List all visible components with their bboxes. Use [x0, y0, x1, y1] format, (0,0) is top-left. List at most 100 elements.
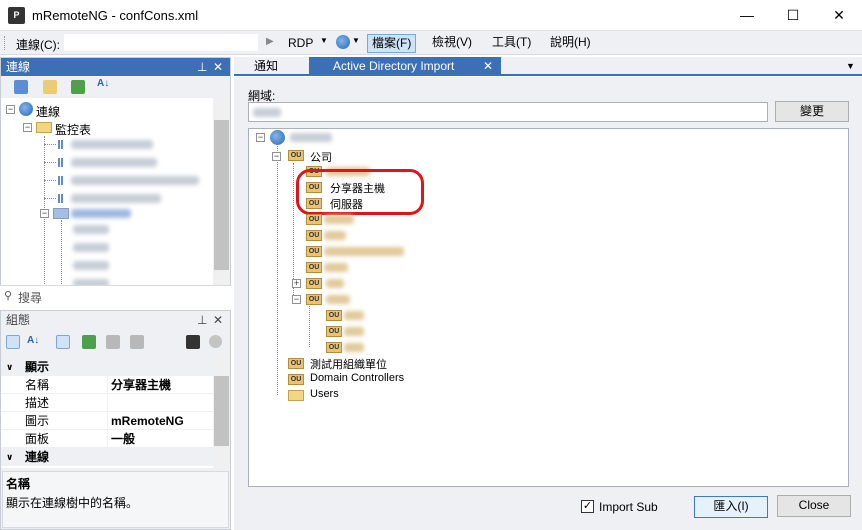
import-sub-checkbox[interactable]: ✓ — [581, 500, 594, 513]
import-sub-label[interactable]: Import Sub — [599, 500, 658, 514]
redacted-item[interactable] — [71, 158, 157, 167]
connection-icon — [58, 140, 63, 149]
ou-icon: OU — [306, 262, 322, 273]
tab-list-dropdown-icon[interactable]: ▼ — [846, 61, 855, 71]
sort-az-icon[interactable]: A↓ — [27, 335, 39, 346]
default-inheritance-icon[interactable] — [130, 335, 144, 349]
description-text: 顯示在連線樹中的名稱。 — [6, 496, 139, 510]
redacted-ou[interactable] — [326, 279, 344, 288]
minimize-button[interactable]: — — [724, 0, 770, 31]
redacted-domain-root[interactable] — [290, 133, 332, 142]
redacted-ou[interactable] — [326, 295, 350, 304]
redacted-ou[interactable] — [324, 215, 354, 224]
globe-icon — [270, 130, 285, 145]
connect-label: 連線(C): — [16, 38, 60, 52]
redacted-item[interactable] — [71, 176, 199, 185]
rdp-protocol-dropdown[interactable]: RDP — [288, 36, 313, 50]
redacted-ou[interactable] — [324, 263, 348, 272]
redacted-ou[interactable] — [344, 311, 364, 320]
connect-input[interactable] — [63, 33, 259, 52]
inheritance-icon[interactable] — [82, 335, 96, 349]
play-icon[interactable]: ▶ — [266, 36, 274, 47]
menu-tools[interactable]: 工具(T) — [488, 34, 535, 53]
description-title: 名稱 — [6, 477, 31, 491]
collapse-icon[interactable]: − — [256, 133, 265, 142]
pin-icon[interactable]: ⊥ — [197, 311, 207, 329]
redacted-item[interactable] — [71, 140, 153, 149]
properties-title: 組態 — [6, 313, 31, 327]
window-title: mRemoteNG - confCons.xml — [32, 8, 199, 23]
new-connection-icon[interactable] — [14, 80, 28, 94]
expand-icon[interactable]: + — [292, 279, 301, 288]
search-input[interactable]: 搜尋 — [18, 289, 42, 306]
domain-input[interactable] — [248, 102, 768, 122]
close-tab-icon[interactable]: ✕ — [483, 57, 493, 76]
view-icon[interactable] — [71, 80, 85, 94]
collapse-icon[interactable]: − — [23, 123, 32, 132]
collapse-icon[interactable]: − — [6, 105, 15, 114]
prop-row-icon[interactable]: 圖示 mRemoteNG — [1, 412, 213, 430]
search-bar[interactable]: ⚲ 搜尋 — [0, 285, 231, 305]
ou-test-unit[interactable]: 測試用組織單位 — [310, 356, 387, 372]
container-users[interactable]: Users — [310, 388, 339, 400]
connections-header: 連線 ⊥ ✕ — [1, 58, 230, 76]
tree-folder-monitor[interactable]: 監控表 — [55, 121, 91, 138]
collapse-icon[interactable]: − — [292, 295, 301, 304]
tab-strip: 通知 Active Directory Import ✕ ▼ — [234, 57, 862, 76]
redacted-domain — [253, 108, 281, 117]
redacted-item[interactable] — [71, 194, 161, 203]
ou-company[interactable]: 公司 — [310, 149, 332, 165]
properties-view-icon[interactable] — [56, 335, 70, 349]
new-folder-icon[interactable] — [43, 80, 57, 94]
default-props-icon[interactable] — [106, 335, 120, 349]
prop-row-panel[interactable]: 面板 一般 — [1, 430, 213, 448]
redacted-item[interactable] — [73, 225, 109, 234]
tab-notifications[interactable]: 通知 — [242, 57, 290, 75]
property-description: 名稱 顯示在連線樹中的名稱。 — [2, 471, 229, 528]
import-button[interactable]: 匯入(I) — [694, 496, 768, 518]
globe-icon[interactable] — [336, 35, 350, 49]
ou-icon: OU — [326, 342, 342, 353]
close-dialog-button[interactable]: Close — [777, 495, 851, 517]
properties-scrollbar[interactable] — [213, 358, 230, 468]
prop-row-name[interactable]: 名稱 分享器主機 — [1, 376, 213, 394]
redacted-ou[interactable] — [324, 247, 404, 256]
connections-scrollbar[interactable] — [213, 98, 230, 286]
redacted-folder-selected[interactable] — [71, 209, 131, 218]
connections-title: 連線 — [6, 60, 31, 74]
category-connection[interactable]: ∨ 連線 — [1, 448, 213, 466]
sort-az-icon[interactable]: A↓ — [97, 78, 109, 89]
maximize-button[interactable]: ☐ — [770, 0, 816, 31]
redacted-ou[interactable] — [344, 327, 364, 336]
categorized-icon[interactable] — [6, 335, 20, 349]
ou-domain-controllers[interactable]: Domain Controllers — [310, 372, 404, 384]
tab-active-directory-import[interactable]: Active Directory Import ✕ — [309, 57, 501, 76]
property-grid: ∨ 顯示 名稱 分享器主機 描述 圖示 mRemoteNG 面板 一般 ∨ 連線 — [1, 358, 230, 468]
chevron-down-icon[interactable]: ▼ — [352, 36, 360, 45]
change-button[interactable]: 變更 — [775, 101, 849, 122]
menu-help[interactable]: 說明(H) — [546, 34, 595, 53]
redacted-item[interactable] — [73, 243, 109, 252]
pin-icon[interactable]: ⊥ — [197, 58, 207, 76]
close-icon[interactable]: ✕ — [213, 58, 223, 76]
ou-icon: OU — [306, 214, 322, 225]
collapse-icon[interactable]: − — [40, 209, 49, 218]
toolbar: 連線(C): ▶ RDP ▼ ▼ 檔案(F) 檢視(V) 工具(T) 說明(H) — [0, 31, 862, 55]
prop-row-description[interactable]: 描述 — [1, 394, 213, 412]
ou-icon: OU — [326, 310, 342, 321]
redacted-item[interactable] — [73, 261, 109, 270]
tree-root-connections[interactable]: 連線 — [36, 103, 60, 120]
ou-icon: OU — [306, 278, 322, 289]
close-button[interactable]: ✕ — [816, 0, 862, 31]
menu-view[interactable]: 檢視(V) — [428, 34, 476, 53]
ou-icon: OU — [306, 230, 322, 241]
redacted-ou[interactable] — [344, 343, 364, 352]
connection-icon — [58, 158, 63, 167]
collapse-icon[interactable]: − — [272, 152, 281, 161]
menu-file[interactable]: 檔案(F) — [367, 34, 417, 53]
close-icon[interactable]: ✕ — [213, 311, 223, 329]
properties-toolbar: A↓ — [1, 331, 230, 355]
category-display[interactable]: ∨ 顯示 — [1, 358, 213, 376]
chevron-down-icon[interactable]: ▼ — [320, 36, 328, 45]
redacted-ou[interactable] — [324, 231, 346, 240]
